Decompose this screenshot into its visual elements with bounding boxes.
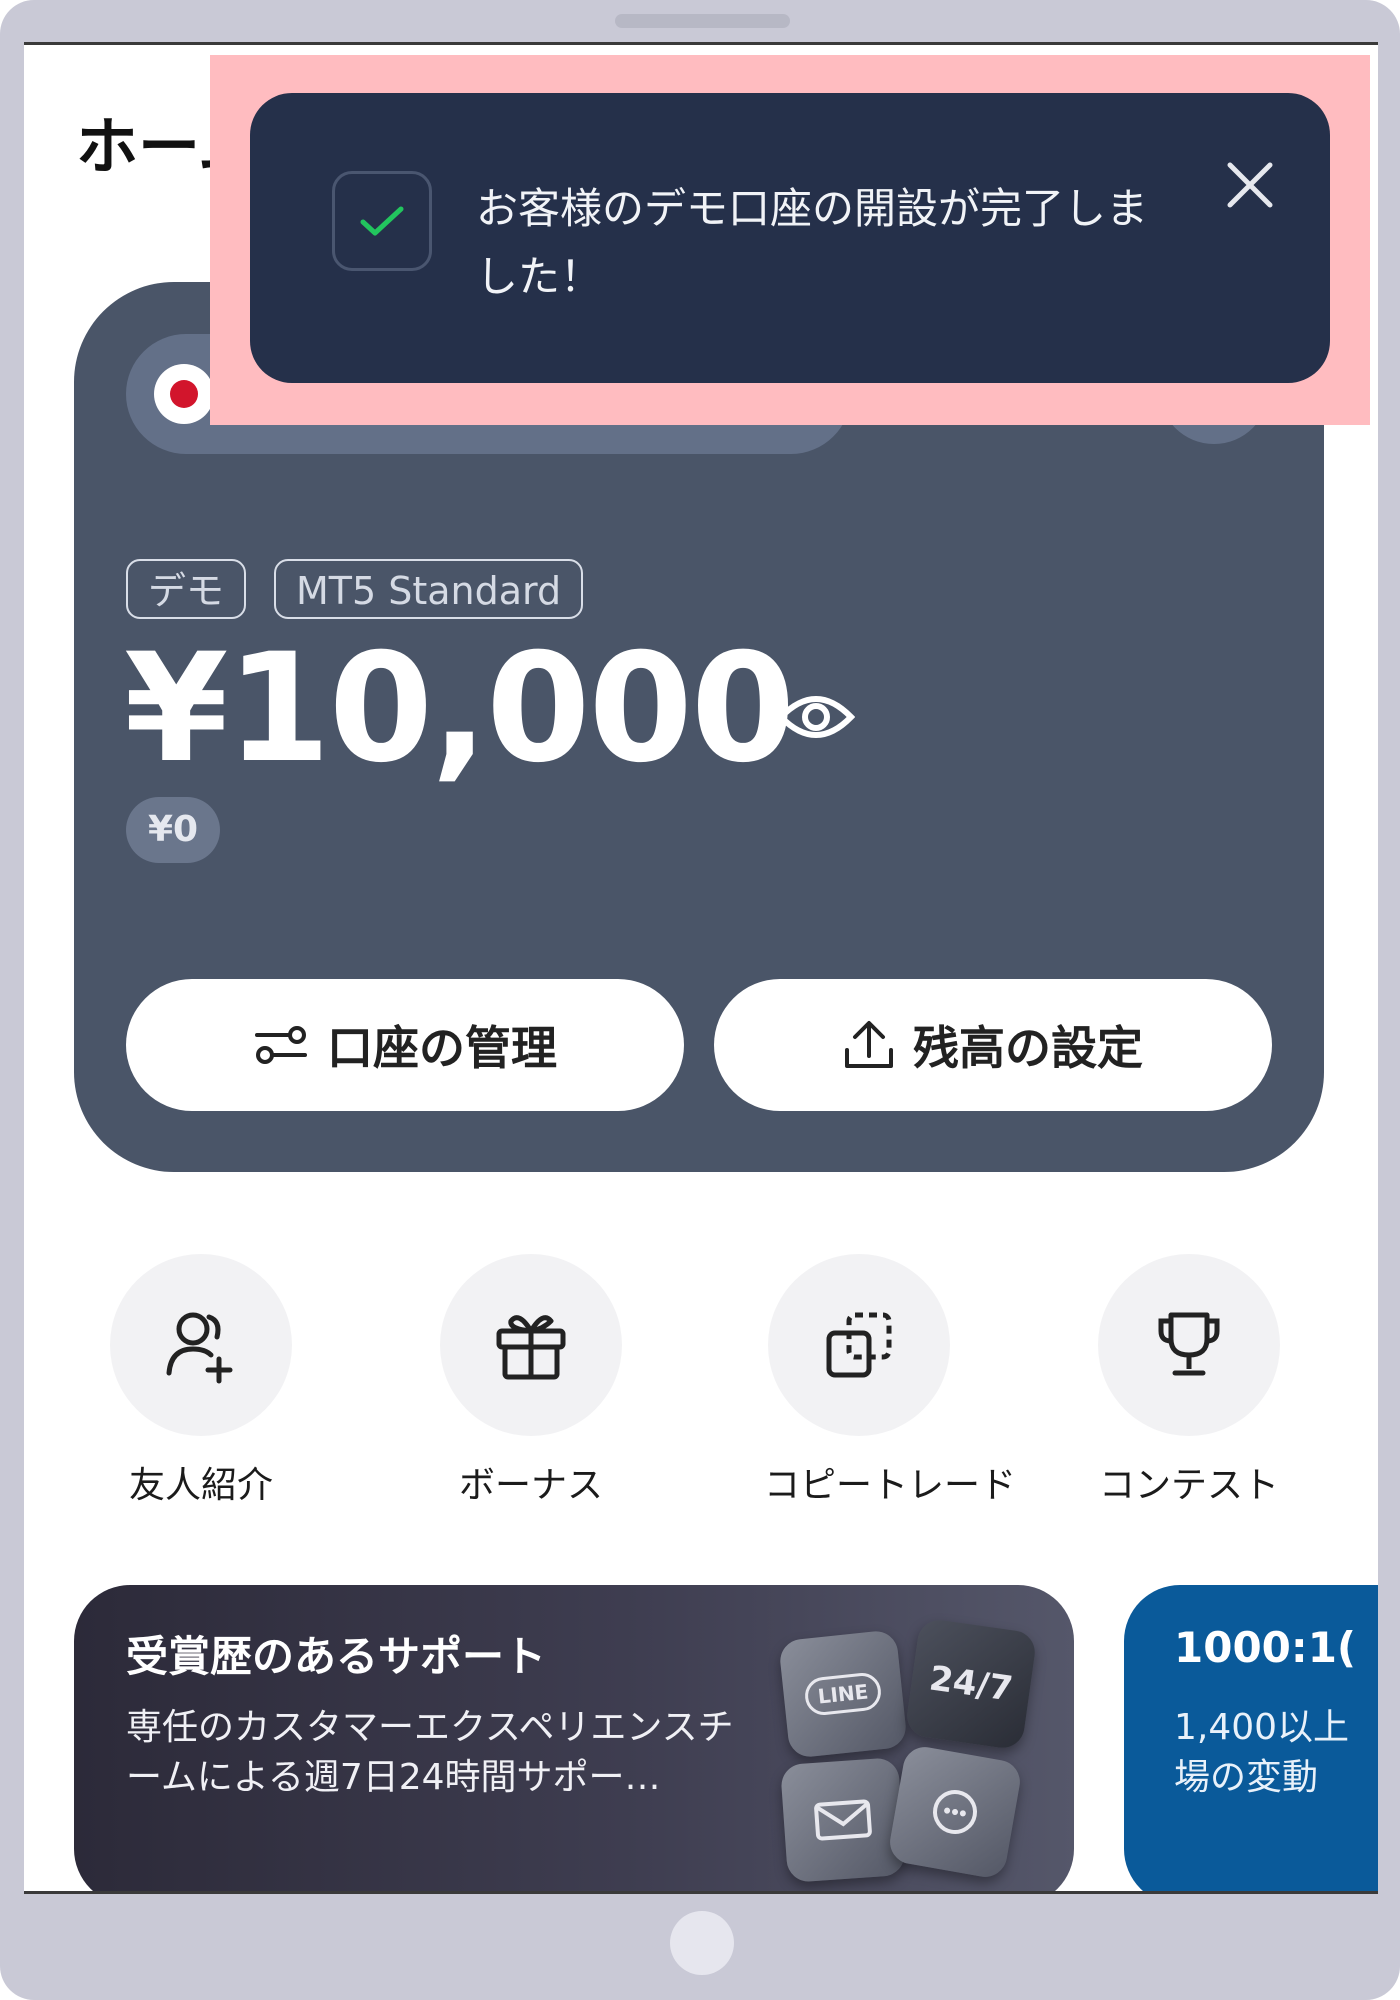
tablet-frame: ホーム デモ MT5 Standard ¥10,000 ¥0 口座の管理 残高の… (0, 0, 1400, 2000)
close-icon[interactable] (1220, 155, 1280, 215)
home-button[interactable] (670, 1911, 734, 1975)
trophy-icon (1158, 1312, 1220, 1376)
manage-account-button[interactable]: 口座の管理 (126, 979, 684, 1111)
manage-account-label: 口座の管理 (327, 1021, 557, 1075)
quick-action-label: 友人紹介 (128, 1465, 273, 1506)
promo-text: 1,400以上 場の変動 (1174, 1703, 1349, 1803)
promo-text-line: 場の変動 (1174, 1757, 1319, 1798)
screen-bottom-border (24, 1891, 1378, 1894)
quick-action-bonus[interactable]: ボーナス (436, 1254, 626, 1508)
sub-balance-badge: ¥0 (126, 797, 221, 863)
copy-icon (826, 1312, 892, 1378)
support-24-7-icon: 24/7 (904, 1617, 1038, 1751)
settings-sliders-icon (255, 1026, 307, 1064)
quick-action-label: コンテスト (1098, 1465, 1279, 1506)
line-chat-icon: LINE (778, 1629, 908, 1759)
set-balance-label: 残高の設定 (913, 1021, 1143, 1075)
quick-action-copytrade[interactable]: コピートレード (764, 1254, 1017, 1508)
quick-action-label: コピートレード (764, 1465, 1017, 1506)
quick-action-label: ボーナス (458, 1465, 603, 1506)
promo-title: 受賞歴のあるサポート (126, 1632, 547, 1681)
quick-action-referral[interactable]: 友人紹介 (106, 1254, 296, 1508)
japan-flag-icon (154, 364, 214, 424)
promo-text: 専任のカスタマーエクスペリエンスチームによる週7日24時間サポー… (126, 1707, 734, 1798)
leverage-promo-card[interactable]: 1000:1( 1,400以上 場の変動 (1124, 1585, 1378, 1894)
promo-text-line: 1,400以上 (1174, 1707, 1350, 1748)
gift-icon (496, 1315, 566, 1380)
mail-icon (780, 1757, 906, 1883)
quick-action-contest[interactable]: コンテスト (1094, 1254, 1284, 1508)
add-user-icon (166, 1312, 233, 1384)
check-icon (332, 171, 432, 271)
eye-icon[interactable] (777, 687, 855, 747)
speaker-grille (615, 14, 790, 28)
account-balance: ¥10,000 (124, 622, 795, 796)
set-balance-button[interactable]: 残高の設定 (714, 979, 1272, 1111)
upload-icon (845, 1021, 893, 1068)
support-tiles-illustration: LINE 24/7 (778, 1617, 1054, 1894)
support-promo-card[interactable]: 受賞歴のあるサポート 専任のカスタマーエクスペリエンスチームによる週7日24時間… (74, 1585, 1074, 1894)
screen-top-border (24, 42, 1378, 45)
account-type-tag: MT5 Standard (274, 559, 584, 619)
toast-message: お客様のデモ口座の開設が完了しました！ (476, 184, 1149, 301)
headset-chat-icon (886, 1743, 1024, 1881)
promo-title: 1000:1( (1174, 1623, 1357, 1672)
demo-tag: デモ (126, 559, 247, 619)
success-toast: お客様のデモ口座の開設が完了しました！ (250, 93, 1330, 383)
